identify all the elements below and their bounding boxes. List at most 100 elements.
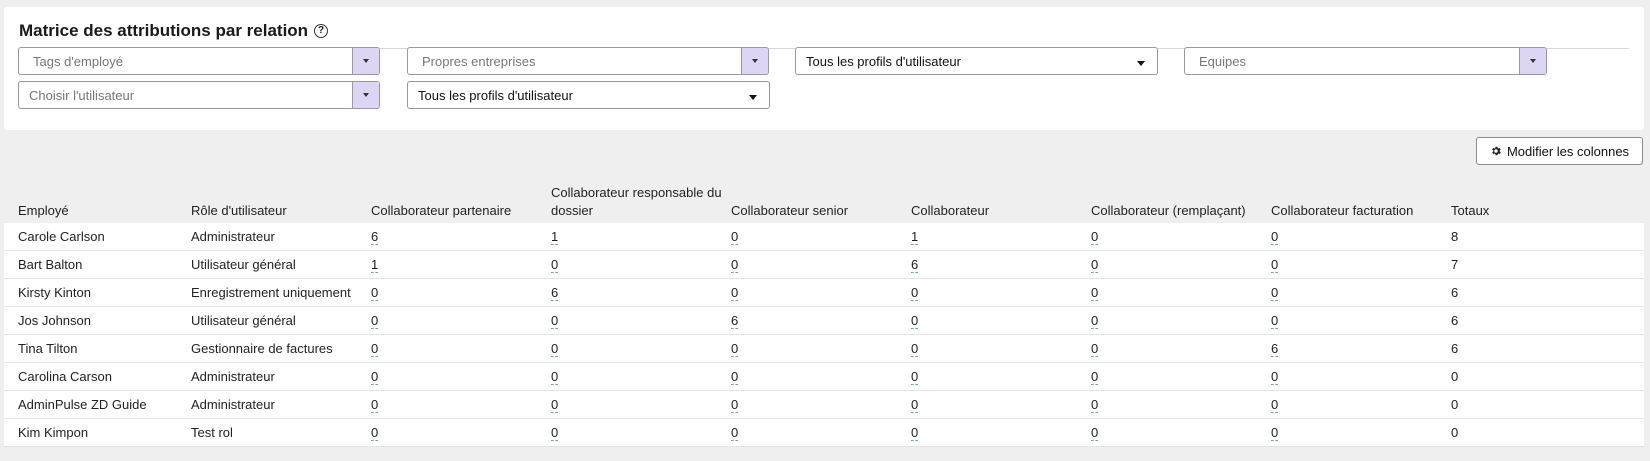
column-header-employee[interactable]: Employé	[18, 202, 69, 220]
assignment-count-link[interactable]: 0	[371, 398, 379, 413]
assignment-count-link[interactable]: 0	[1271, 314, 1279, 329]
chevron-down-icon	[1137, 60, 1145, 66]
assignment-count-link[interactable]: 6	[371, 230, 379, 245]
assignment-count-link[interactable]: 1	[551, 230, 559, 245]
assignment-count-link[interactable]: 0	[911, 370, 919, 385]
assignment-count-link[interactable]: 0	[551, 342, 559, 357]
assignment-count-link[interactable]: 0	[1091, 398, 1099, 413]
table-row: Tina Tilton Gestionnaire de factures 0 0 0 0 0…	[4, 335, 1644, 363]
column-header-billing[interactable]: Collaborateur facturation	[1271, 202, 1413, 220]
table-cell-count: 0	[1091, 307, 1099, 335]
table-cell-count: 0	[551, 363, 559, 391]
question-circle-icon[interactable]: ?	[314, 24, 329, 38]
assignment-count-link[interactable]: 0	[1091, 230, 1099, 245]
table-cell-role: Test rol	[191, 425, 233, 440]
column-header-partner[interactable]: Collaborateur partenaire	[371, 202, 511, 220]
table-row: Bart Balton Utilisateur général 1 0 0 6 0 0 7	[4, 251, 1644, 279]
assignment-count-link[interactable]: 0	[731, 370, 739, 385]
assignment-count-link[interactable]: 0	[731, 398, 739, 413]
assignment-count-link[interactable]: 0	[911, 314, 919, 329]
table-cell-role: Gestionnaire de factures	[191, 341, 333, 356]
assignment-count-link[interactable]: 0	[731, 342, 739, 357]
assignment-count-link[interactable]: 0	[1091, 426, 1099, 441]
assignment-count-link[interactable]: 6	[731, 314, 739, 329]
assignment-count-link[interactable]: 0	[1271, 370, 1279, 385]
chevron-down-icon	[363, 93, 369, 97]
table-cell-count: 0	[551, 307, 559, 335]
table-cell-employee: AdminPulse ZD Guide	[18, 397, 147, 412]
assignment-count-link[interactable]: 0	[371, 426, 379, 441]
column-header-substitute[interactable]: Collaborateur (remplaçant)	[1091, 202, 1246, 220]
assignment-count-link[interactable]: 0	[1271, 286, 1279, 301]
assignment-count-link[interactable]: 0	[1091, 314, 1099, 329]
table-cell-count: 6	[731, 307, 739, 335]
choose-user-dropdown-button[interactable]	[352, 82, 379, 108]
assignment-count-link[interactable]: 0	[551, 426, 559, 441]
employee-tags-dropdown-button[interactable]	[352, 48, 379, 74]
assignment-count-link[interactable]: 0	[1271, 426, 1279, 441]
column-header-senior[interactable]: Collaborateur senior	[731, 202, 848, 220]
assignment-count-link[interactable]: 0	[911, 426, 919, 441]
own-companies-dropdown-button[interactable]	[741, 48, 768, 74]
column-header-totals[interactable]: Totaux	[1451, 202, 1489, 220]
assignment-count-link[interactable]: 1	[911, 230, 919, 245]
table-cell-count: 6	[1271, 335, 1279, 363]
column-header-role[interactable]: Rôle d'utilisateur	[191, 202, 287, 220]
assignment-count-link[interactable]: 0	[1091, 258, 1099, 273]
assignment-count-link[interactable]: 0	[911, 286, 919, 301]
assignment-count-link[interactable]: 0	[551, 370, 559, 385]
page-title-text: Matrice des attributions par relation	[19, 21, 309, 40]
table-cell-count: 0	[371, 279, 379, 307]
assignment-count-link[interactable]: 0	[1091, 286, 1099, 301]
modify-columns-button[interactable]: Modifier les colonnes	[1476, 137, 1643, 165]
assignment-count-link[interactable]: 0	[911, 342, 919, 357]
employee-tags-placeholder: Tags d'employé	[33, 53, 123, 69]
assignment-count-link[interactable]: 0	[371, 286, 379, 301]
own-companies-select[interactable]: Propres entreprises	[407, 47, 769, 75]
teams-select[interactable]: Equipes	[1184, 47, 1547, 75]
table-row: Carole Carlson Administrateur 6 1 0 1 0 0 8	[4, 223, 1644, 251]
assignment-count-link[interactable]: 0	[731, 286, 739, 301]
choose-user-select[interactable]: Choisir l'utilisateur	[18, 81, 380, 109]
assignment-count-link[interactable]: 1	[371, 258, 379, 273]
assignment-count-link[interactable]: 0	[1091, 342, 1099, 357]
table-cell-count: 0	[731, 251, 739, 279]
table-cell-count: 0	[1091, 391, 1099, 419]
table-cell-count: 0	[731, 223, 739, 251]
employee-tags-select[interactable]: Tags d'employé	[18, 47, 380, 75]
table-row: Kirsty Kinton Enregistrement uniquement 0 6…	[4, 279, 1644, 307]
table-cell-count: 0	[1091, 335, 1099, 363]
column-header-collaborator[interactable]: Collaborateur	[911, 202, 989, 220]
table-cell-count: 0	[1091, 251, 1099, 279]
assignment-count-link[interactable]: 0	[731, 426, 739, 441]
assignment-count-link[interactable]: 6	[1271, 342, 1279, 357]
table-cell-count: 0	[1271, 307, 1279, 335]
assignment-count-link[interactable]: 0	[731, 258, 739, 273]
teams-dropdown-button[interactable]	[1519, 48, 1546, 74]
assignment-count-link[interactable]: 0	[1091, 370, 1099, 385]
assignment-count-link[interactable]: 0	[1271, 398, 1279, 413]
table-cell-count: 0	[911, 419, 919, 447]
table-row: Carolina Carson Administrateur 0 0 0 0 0 0 0	[4, 363, 1644, 391]
assignment-count-link[interactable]: 0	[1271, 258, 1279, 273]
user-profiles-select-1[interactable]: Tous les profils d'utilisateur	[795, 47, 1158, 75]
assignment-count-link[interactable]: 0	[1271, 230, 1279, 245]
table-cell-role: Utilisateur général	[191, 257, 296, 272]
assignment-count-link[interactable]: 0	[551, 314, 559, 329]
assignment-count-link[interactable]: 0	[911, 398, 919, 413]
assignment-count-link[interactable]: 0	[371, 314, 379, 329]
assignment-count-link[interactable]: 6	[551, 286, 559, 301]
assignment-count-link[interactable]: 0	[551, 398, 559, 413]
assignment-count-link[interactable]: 0	[371, 342, 379, 357]
assignment-count-link[interactable]: 0	[371, 370, 379, 385]
assignment-count-link[interactable]: 6	[911, 258, 919, 273]
table-cell-count: 0	[1091, 223, 1099, 251]
user-profiles-select-2[interactable]: Tous les profils d'utilisateur	[407, 81, 770, 109]
table-cell-count: 1	[911, 223, 919, 251]
filter-panel: Matrice des attributions par relation ? …	[4, 7, 1644, 130]
assignment-count-link[interactable]: 0	[551, 258, 559, 273]
column-header-file-responsible[interactable]: Collaborateur responsable du dossier	[551, 184, 726, 220]
assignment-count-link[interactable]: 0	[731, 230, 739, 245]
table-cell-count: 6	[551, 279, 559, 307]
table-cell-total: 6	[1451, 285, 1459, 300]
